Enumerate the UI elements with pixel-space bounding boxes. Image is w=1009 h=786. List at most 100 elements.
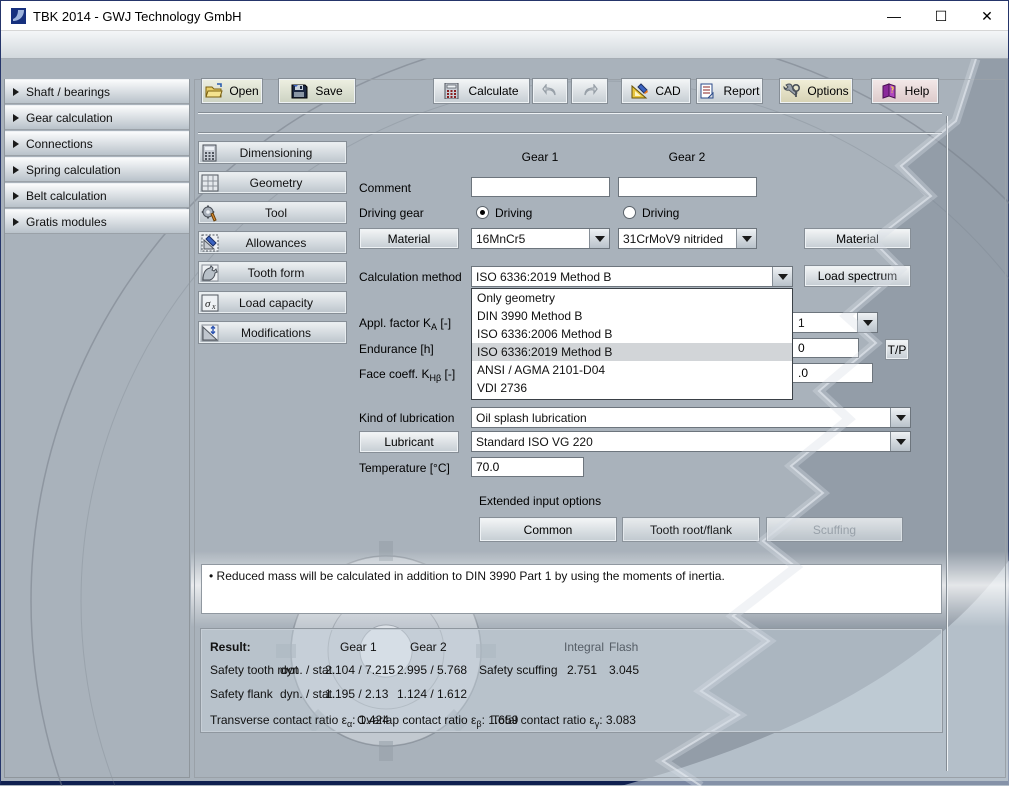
lubrication-select[interactable]: Oil splash lubrication (471, 407, 911, 428)
result-title: Result: (210, 640, 251, 654)
calculation-method-label: Calculation method (359, 270, 462, 284)
gear1-header: Gear 1 (471, 150, 609, 164)
material-gear2-button[interactable]: Material (804, 228, 911, 249)
load-capacity-button[interactable]: σx Load capacity (198, 291, 347, 314)
modifications-button[interactable]: Modifications (198, 321, 347, 344)
redo-icon (582, 84, 598, 98)
sidebar-item-belt-calculation[interactable]: Belt calculation (5, 183, 189, 208)
save-floppy-icon (291, 83, 309, 99)
dropdown-arrow-icon[interactable] (890, 408, 910, 427)
calculation-method-select[interactable]: ISO 6336:2019 Method B (471, 266, 793, 287)
dropdown-option[interactable]: DIN 3990 Method B (472, 307, 792, 325)
dropdown-option[interactable]: Only geometry (472, 289, 792, 307)
extended-tooth-root-flank-button[interactable]: Tooth root/flank (622, 517, 760, 542)
open-button[interactable]: Open (201, 78, 263, 104)
expand-arrow-icon (13, 166, 19, 174)
calculate-button[interactable]: Calculate (433, 78, 530, 104)
safety-scuffing-integral-value: 2.751 (567, 663, 597, 677)
geometry-icon (201, 174, 220, 192)
dropdown-option[interactable]: VDI 2736 (472, 379, 792, 397)
tooth-form-button[interactable]: Tooth form (198, 261, 347, 284)
modifications-icon (201, 324, 220, 342)
allowances-button[interactable]: Allowances (198, 231, 347, 254)
report-document-icon (699, 83, 717, 99)
dropdown-option[interactable]: ANSI / AGMA 2101-D04 (472, 361, 792, 379)
comment-gear1-input[interactable] (471, 177, 610, 197)
options-tools-icon (783, 83, 801, 99)
extended-input-options-label: Extended input options (479, 494, 601, 508)
result-panel: Result: Gear 1 Gear 2 Integral Flash Saf… (201, 629, 942, 732)
lubricant-select[interactable]: Standard ISO VG 220 (471, 431, 911, 452)
safety-tooth-root-gear2-value: 2.995 / 5.768 (397, 663, 467, 677)
sidebar-item-gear-calculation[interactable]: Gear calculation (5, 105, 189, 130)
driving-gear2-radio[interactable] (623, 206, 636, 219)
total-contact-ratio: Total contact ratio εγ: 3.083 (492, 713, 636, 729)
window-title: TBK 2014 - GWJ Technology GmbH (33, 9, 242, 24)
safety-flank-label: Safety flank (210, 687, 273, 701)
driving-gear-label: Driving gear (359, 206, 424, 220)
minimize-button[interactable]: — (871, 1, 917, 31)
safety-scuffing-label: Safety scuffing (479, 663, 558, 677)
driving-gear1-radio[interactable] (476, 206, 489, 219)
menu-bar (1, 31, 1008, 59)
dropdown-arrow-icon[interactable] (772, 267, 792, 286)
safety-scuffing-flash-value: 3.045 (609, 663, 639, 677)
svg-text:σ: σ (205, 298, 211, 310)
material-gear1-button[interactable]: Material (359, 228, 459, 249)
undo-icon (542, 84, 558, 98)
undo-button (532, 78, 568, 104)
comment-gear2-input[interactable] (618, 177, 757, 197)
extended-scuffing-button[interactable]: Scuffing (766, 517, 903, 542)
sidebar-item-connections[interactable]: Connections (5, 131, 189, 156)
sidebar-item-spring-calculation[interactable]: Spring calculation (5, 157, 189, 182)
expand-arrow-icon (13, 140, 19, 148)
torque-power-toggle-button[interactable]: T/P (885, 339, 909, 360)
title-bar: TBK 2014 - GWJ Technology GmbH — ☐ ✕ (1, 1, 1008, 31)
cad-button[interactable]: CAD (621, 78, 691, 104)
sidebar-item-shaft-bearings[interactable]: Shaft / bearings (5, 79, 189, 104)
extended-common-button[interactable]: Common (479, 517, 617, 542)
safety-flank-gear2-value: 1.124 / 1.612 (397, 687, 467, 701)
save-button[interactable]: Save (278, 78, 356, 104)
material-gear1-select[interactable]: 16MnCr5 (471, 228, 610, 249)
report-button[interactable]: Report (696, 78, 763, 104)
dropdown-option[interactable]: ISO 6336:2006 Method B (472, 325, 792, 343)
redo-button (571, 78, 608, 104)
help-button[interactable]: Help (871, 78, 939, 104)
close-button[interactable]: ✕ (964, 1, 1009, 31)
temperature-label: Temperature [°C] (359, 461, 450, 475)
dropdown-option-selected[interactable]: ISO 6336:2019 Method B (472, 343, 792, 361)
expand-arrow-icon (13, 114, 19, 122)
result-flash-header: Flash (609, 640, 638, 654)
geometry-button[interactable]: Geometry (198, 171, 347, 194)
material-gear2-select[interactable]: 31CrMoV9 nitrided (618, 228, 757, 249)
safety-flank-gear1-value: 1.195 / 2.13 (325, 687, 388, 701)
dropdown-arrow-icon[interactable] (736, 229, 756, 248)
info-message-text: • Reduced mass will be calculated in add… (209, 569, 725, 583)
allowances-icon (201, 234, 220, 252)
options-button[interactable]: Options (779, 78, 853, 104)
dropdown-arrow-icon[interactable] (857, 313, 877, 332)
dimensioning-button[interactable]: Dimensioning (198, 141, 347, 164)
cad-ruler-icon (631, 83, 649, 99)
dropdown-arrow-icon[interactable] (589, 229, 609, 248)
calculation-method-dropdown-list: Only geometry DIN 3990 Method B ISO 6336… (471, 288, 793, 400)
tool-button[interactable]: Tool (198, 201, 347, 224)
separator (198, 132, 942, 134)
maximize-button[interactable]: ☐ (918, 1, 964, 31)
calculator-icon (444, 83, 462, 99)
expand-arrow-icon (13, 218, 19, 226)
app-icon (11, 8, 26, 24)
gear2-header: Gear 2 (618, 150, 756, 164)
load-capacity-sigma-icon: σx (201, 294, 220, 312)
lubricant-button[interactable]: Lubricant (359, 431, 459, 453)
open-folder-icon (205, 83, 223, 99)
lubrication-label: Kind of lubrication (359, 411, 454, 425)
load-spectrum-button[interactable]: Load spectrum (804, 265, 911, 287)
separator (198, 112, 942, 114)
dropdown-arrow-icon[interactable] (890, 432, 910, 451)
comment-label: Comment (359, 181, 411, 195)
sidebar-item-gratis-modules[interactable]: Gratis modules (5, 209, 189, 234)
temperature-input[interactable] (471, 457, 584, 477)
svg-text:x: x (211, 302, 216, 311)
